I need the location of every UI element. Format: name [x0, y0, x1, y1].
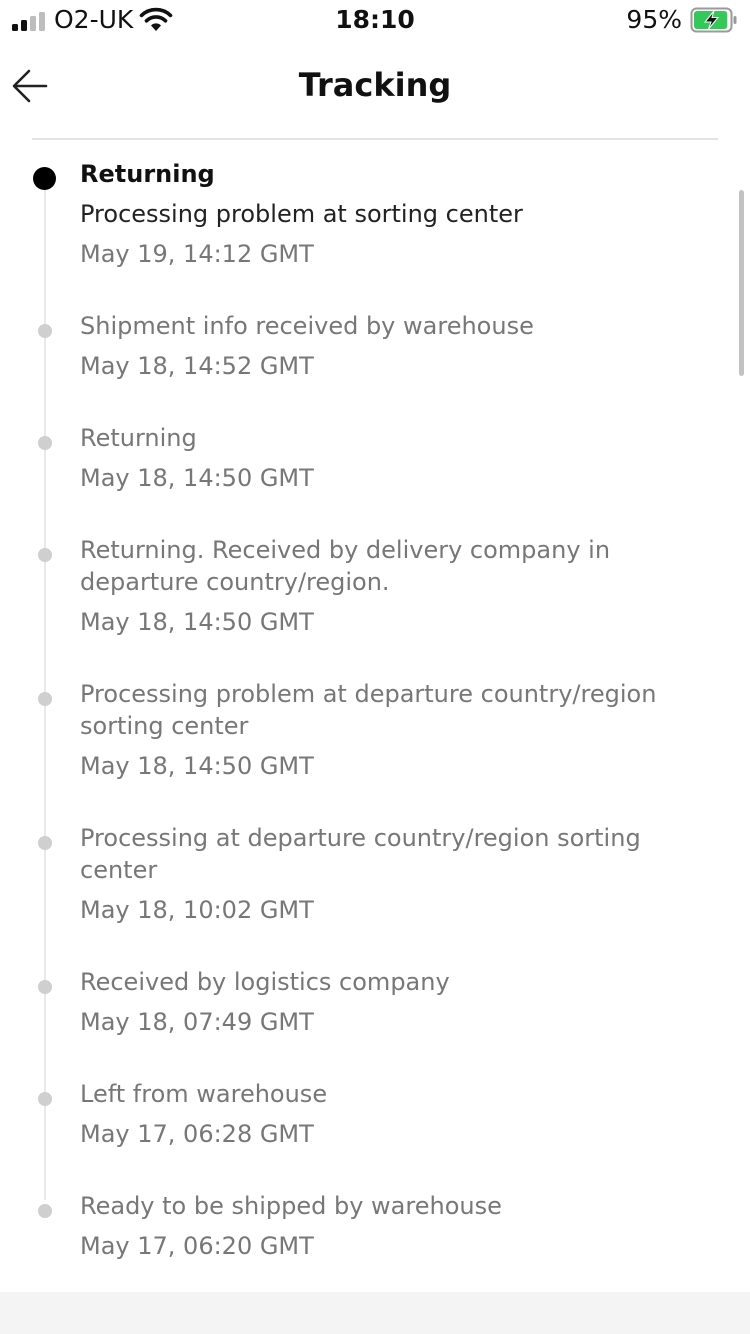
timeline-dot — [38, 980, 52, 994]
timeline-event: Shipment info received by warehouse May … — [0, 310, 750, 382]
event-time: May 18, 14:50 GMT — [80, 752, 314, 780]
navigation-header: Tracking — [0, 44, 750, 128]
event-description: Processing problem at departure country/… — [80, 680, 657, 740]
event-description: Processing at departure country/region s… — [80, 824, 641, 884]
timeline-dot — [38, 836, 52, 850]
event-time: May 18, 14:52 GMT — [80, 352, 314, 380]
event-description: Processing problem at sorting center — [80, 200, 523, 228]
timeline-dot — [38, 324, 52, 338]
event-description: Shipment info received by warehouse — [80, 312, 534, 340]
header-divider — [32, 138, 718, 140]
timeline-dot — [38, 1204, 52, 1218]
timeline-dot — [38, 436, 52, 450]
event-description: Ready to be shipped by warehouse — [80, 1192, 502, 1220]
timeline-event: Returning May 18, 14:50 GMT — [0, 422, 750, 494]
timeline-event: Processing at departure country/region s… — [0, 822, 750, 926]
battery-charging-icon — [690, 7, 737, 33]
timeline-event: Left from warehouse May 17, 06:28 GMT — [0, 1078, 750, 1150]
event-time: May 18, 14:50 GMT — [80, 464, 314, 492]
current-status-dot — [33, 167, 56, 190]
timeline-dot — [38, 1092, 52, 1106]
event-time: May 18, 10:02 GMT — [80, 896, 314, 924]
event-time: May 19, 14:12 GMT — [80, 240, 314, 268]
event-description: Returning. Received by delivery company … — [80, 536, 611, 596]
timeline-event: Received by logistics company May 18, 07… — [0, 966, 750, 1038]
timeline-dot — [38, 692, 52, 706]
event-time: May 17, 06:20 GMT — [80, 1232, 314, 1260]
timeline-event: Returning Processing problem at sorting … — [0, 158, 750, 270]
bottom-bar — [0, 1292, 750, 1334]
battery-percentage: 95% — [626, 5, 682, 34]
event-description: Returning — [80, 424, 197, 452]
event-time: May 18, 14:50 GMT — [80, 608, 314, 636]
timeline-dot — [38, 548, 52, 562]
page-title: Tracking — [298, 66, 452, 104]
event-status: Returning — [80, 160, 215, 188]
event-description: Received by logistics company — [80, 968, 450, 996]
status-bar: O2-UK 18:10 95% — [0, 0, 750, 40]
tracking-screen: O2-UK 18:10 95% Tracking Returning Proce… — [0, 0, 750, 1334]
timeline-event: Returning. Received by delivery company … — [0, 534, 750, 638]
timeline-event: Ready to be shipped by warehouse May 17,… — [0, 1190, 750, 1262]
timeline-event: Processing problem at departure country/… — [0, 678, 750, 782]
tracking-timeline: Returning Processing problem at sorting … — [0, 158, 750, 1302]
scrollbar[interactable] — [739, 190, 744, 376]
event-time: May 18, 07:49 GMT — [80, 1008, 314, 1036]
event-description: Left from warehouse — [80, 1080, 328, 1108]
event-time: May 17, 06:28 GMT — [80, 1120, 314, 1148]
